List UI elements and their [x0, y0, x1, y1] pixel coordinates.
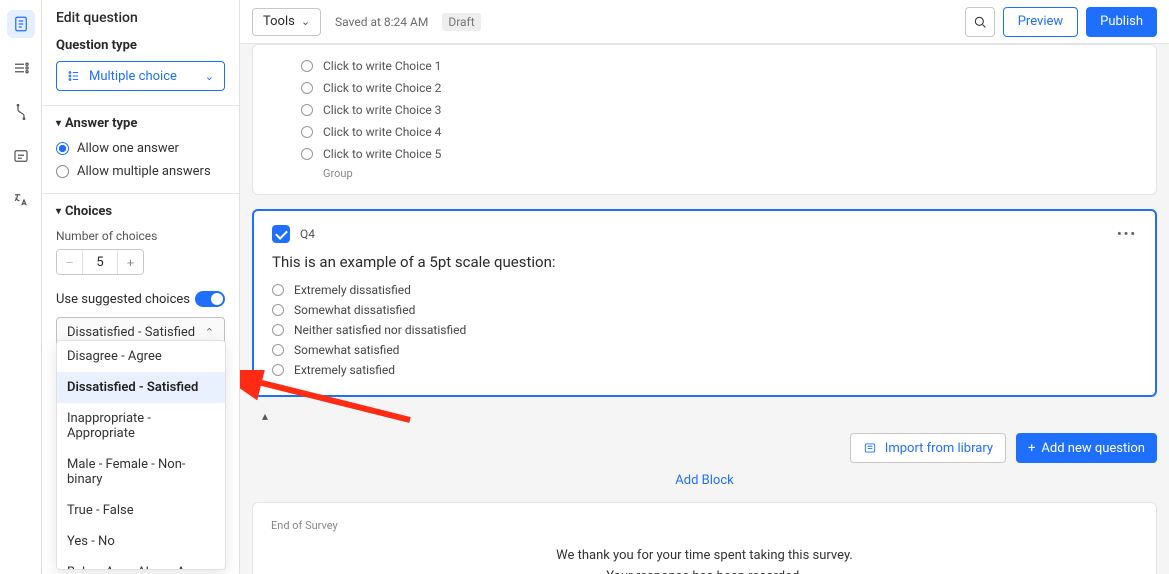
choice-placeholder[interactable]: Click to write Choice 2 — [301, 77, 1140, 99]
list-icon — [67, 69, 81, 83]
choice-text: Click to write Choice 1 — [323, 59, 441, 73]
stepper-minus[interactable]: − — [57, 250, 83, 274]
radio-empty-icon — [272, 324, 284, 336]
dropdown-option[interactable]: Dissatisfied - Satisfied — [57, 372, 225, 403]
answer-multi-radio[interactable]: Allow multiple answers — [56, 164, 225, 179]
option-text: Neither satisfied nor dissatisfied — [294, 323, 466, 337]
radio-empty-icon — [272, 284, 284, 296]
question-selected-checkbox[interactable] — [272, 225, 290, 243]
use-suggested-label: Use suggested choices — [56, 292, 190, 307]
eos-line1: We thank you for your time spent taking … — [271, 548, 1138, 563]
dropdown-option[interactable]: Disagree - Agree — [57, 341, 225, 372]
rail-options-icon[interactable] — [7, 142, 35, 170]
scale-option[interactable]: Somewhat satisfied — [272, 343, 1137, 357]
answer-type-header[interactable]: Answer type — [56, 116, 225, 131]
question-type-label: Question type — [56, 38, 225, 53]
panel-title: Edit question — [56, 10, 225, 26]
radio-unchecked-icon — [56, 165, 69, 178]
group-label: Group — [323, 167, 1140, 180]
dropdown-option[interactable]: Inappropriate - Appropriate — [57, 403, 225, 449]
scale-option[interactable]: Neither satisfied nor dissatisfied — [272, 323, 1137, 337]
suggested-choice-dropdown: Disagree - AgreeDissatisfied - Satisfied… — [56, 340, 226, 570]
choice-text: Click to write Choice 2 — [323, 81, 441, 95]
search-icon — [972, 14, 988, 30]
radio-empty-icon — [272, 304, 284, 316]
chevron-up-icon: ⌃ — [205, 326, 214, 339]
plus-icon: + — [1028, 441, 1035, 456]
draft-badge: Draft — [442, 13, 480, 31]
radio-empty-icon — [301, 148, 313, 160]
content-scroll[interactable]: Click to write Choice 1 Click to write Ch… — [240, 44, 1169, 574]
answer-one-label: Allow one answer — [77, 141, 179, 156]
radio-checked-icon — [56, 142, 69, 155]
edit-panel: Edit question Question type Multiple cho… — [42, 0, 240, 574]
question-type-value: Multiple choice — [89, 69, 177, 84]
add-question-button[interactable]: + Add new question — [1016, 433, 1157, 463]
radio-empty-icon — [301, 104, 313, 116]
choice-placeholder[interactable]: Click to write Choice 1 — [301, 55, 1140, 77]
import-library-button[interactable]: Import from library — [850, 433, 1006, 463]
answer-multi-label: Allow multiple answers — [77, 164, 211, 179]
radio-empty-icon — [272, 344, 284, 356]
import-label: Import from library — [885, 441, 993, 456]
scale-option[interactable]: Extremely dissatisfied — [272, 283, 1137, 297]
end-of-survey-label: End of Survey — [271, 519, 1138, 532]
rail-flow-icon[interactable] — [7, 54, 35, 82]
radio-empty-icon — [272, 364, 284, 376]
choice-text: Click to write Choice 3 — [323, 103, 441, 117]
rail-look-icon[interactable] — [7, 98, 35, 126]
use-suggested-toggle[interactable] — [195, 291, 225, 307]
scale-option[interactable]: Extremely satisfied — [272, 363, 1137, 377]
answer-one-radio[interactable]: Allow one answer — [56, 141, 225, 156]
main-area: Tools Saved at 8:24 AM Draft Preview Pub… — [240, 0, 1169, 574]
preview-button[interactable]: Preview — [1003, 7, 1078, 37]
dropdown-option[interactable]: True - False — [57, 495, 225, 526]
dropdown-option[interactable]: Yes - No — [57, 526, 225, 557]
dropdown-option[interactable]: Male - Female - Non-binary — [57, 449, 225, 495]
eos-line2: Your response has been recorded. — [271, 569, 1138, 574]
option-text: Somewhat dissatisfied — [294, 303, 415, 317]
previous-question-card[interactable]: Click to write Choice 1 Click to write Ch… — [252, 44, 1157, 195]
rail-survey-icon[interactable] — [7, 10, 35, 38]
topbar: Tools Saved at 8:24 AM Draft Preview Pub… — [240, 0, 1169, 44]
stepper-plus[interactable]: + — [117, 250, 143, 274]
tools-label: Tools — [263, 14, 295, 29]
nav-rail — [0, 0, 42, 574]
choice-placeholder[interactable]: Click to write Choice 4 — [301, 121, 1140, 143]
scale-option[interactable]: Somewhat dissatisfied — [272, 303, 1137, 317]
collapse-toggle[interactable]: ▴ — [262, 409, 1157, 423]
choice-placeholder[interactable]: Click to write Choice 5 — [301, 143, 1140, 165]
choice-placeholder[interactable]: Click to write Choice 3 — [301, 99, 1140, 121]
save-status: Saved at 8:24 AM — [335, 15, 428, 29]
question-id: Q4 — [300, 227, 315, 241]
choices-header[interactable]: Choices — [56, 204, 225, 219]
question-card-selected[interactable]: Q4 ••• This is an example of a 5pt scale… — [252, 209, 1157, 397]
publish-button[interactable]: Publish — [1086, 7, 1157, 37]
option-text: Extremely satisfied — [294, 363, 395, 377]
num-choices-label: Number of choices — [56, 229, 225, 243]
more-icon[interactable]: ••• — [1117, 227, 1137, 242]
search-button[interactable] — [965, 7, 995, 37]
choice-text: Click to write Choice 4 — [323, 125, 441, 139]
add-question-label: Add new question — [1041, 441, 1145, 456]
option-text: Extremely dissatisfied — [294, 283, 411, 297]
rail-translate-icon[interactable] — [7, 186, 35, 214]
radio-empty-icon — [301, 60, 313, 72]
stepper-value: 5 — [83, 250, 117, 274]
radio-empty-icon — [301, 82, 313, 94]
chevron-down-icon: ⌄ — [205, 70, 214, 83]
add-block-link[interactable]: Add Block — [252, 473, 1157, 488]
num-choices-stepper: − 5 + — [56, 249, 144, 275]
question-title[interactable]: This is an example of a 5pt scale questi… — [272, 253, 1137, 271]
question-type-dropdown[interactable]: Multiple choice ⌄ — [56, 61, 225, 91]
end-of-survey-card[interactable]: End of Survey We thank you for your time… — [252, 502, 1157, 574]
library-icon — [863, 441, 877, 455]
suggested-choice-value: Dissatisfied - Satisfied — [67, 325, 195, 340]
option-text: Somewhat satisfied — [294, 343, 399, 357]
radio-empty-icon — [301, 126, 313, 138]
dropdown-option[interactable]: Below Avg - Above Avg — [57, 557, 225, 570]
choice-text: Click to write Choice 5 — [323, 147, 441, 161]
tools-menu[interactable]: Tools — [252, 8, 321, 36]
